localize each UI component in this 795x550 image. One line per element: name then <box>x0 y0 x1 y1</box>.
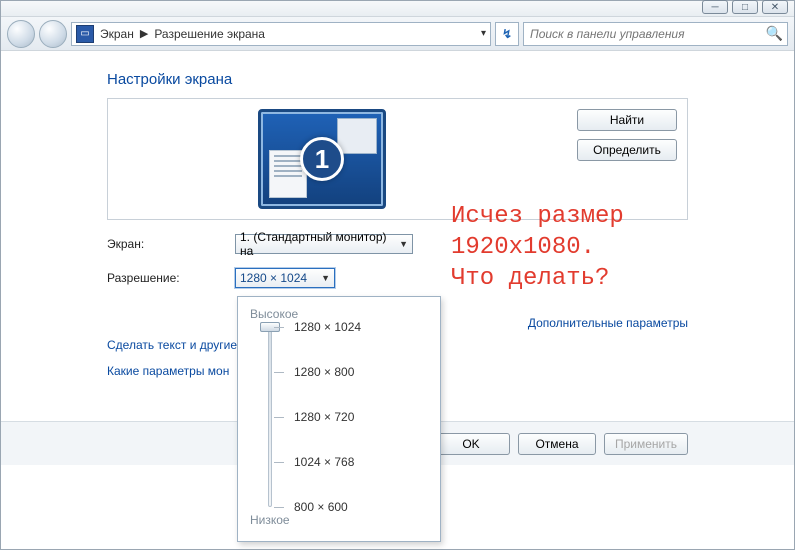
address-bar[interactable]: ▭ Экран ▶ Разрешение экрана ▾ <box>71 22 491 46</box>
slider-tick <box>274 372 284 373</box>
close-button[interactable]: ✕ <box>762 0 788 14</box>
monitor-number-badge: 1 <box>300 137 344 181</box>
maximize-glyph: □ <box>742 2 748 13</box>
maximize-button[interactable]: □ <box>732 0 758 14</box>
preview-buttons: Найти Определить <box>577 109 677 161</box>
monitor-thumbnail[interactable]: 1 <box>258 109 386 209</box>
resolution-option[interactable]: 1280 × 800 <box>294 365 354 379</box>
minimize-button[interactable]: ─ <box>702 0 728 14</box>
cancel-button[interactable]: Отмена <box>518 433 596 455</box>
crumb-resolution[interactable]: Разрешение экрана <box>154 27 265 41</box>
resolution-option[interactable]: 800 × 600 <box>294 500 348 514</box>
slider-tick <box>274 507 284 508</box>
mini-window-icon <box>337 118 377 154</box>
crumb-display[interactable]: Экран <box>100 27 134 41</box>
close-glyph: ✕ <box>771 2 779 13</box>
resolution-label: Разрешение: <box>107 271 227 285</box>
slider-rail[interactable] <box>268 327 272 507</box>
resolution-select-value: 1280 × 1024 <box>240 271 307 285</box>
search-icon[interactable]: 🔍 <box>766 25 783 42</box>
resolution-slider-track: 1280 × 10241280 × 8001280 × 7201024 × 76… <box>250 327 428 507</box>
display-select-value: 1. (Стандартный монитор) на <box>240 230 399 258</box>
refresh-icon: ↯ <box>502 27 512 41</box>
apply-button[interactable]: Применить <box>604 433 688 455</box>
chevron-down-icon: ▼ <box>321 273 330 283</box>
slider-tick <box>274 462 284 463</box>
slider-tick <box>274 327 284 328</box>
content-area: Настройки экрана 1 Найти Определить Экра… <box>1 51 794 549</box>
nav-back-button[interactable] <box>7 20 35 48</box>
chevron-down-icon: ▼ <box>399 239 408 249</box>
search-input[interactable] <box>528 26 766 42</box>
popup-low-label: Низкое <box>250 513 428 527</box>
display-select[interactable]: 1. (Стандартный монитор) на ▼ <box>235 234 413 254</box>
resolution-select[interactable]: 1280 × 1024 ▼ <box>235 268 335 288</box>
find-button[interactable]: Найти <box>577 109 677 131</box>
resolution-option[interactable]: 1024 × 768 <box>294 455 354 469</box>
resolution-option[interactable]: 1280 × 720 <box>294 410 354 424</box>
titlebar: ─ □ ✕ <box>1 1 794 17</box>
advanced-settings-link[interactable]: Дополнительные параметры <box>528 316 688 330</box>
page-title: Настройки экрана <box>107 71 688 88</box>
popup-high-label: Высокое <box>250 307 428 321</box>
display-icon: ▭ <box>76 25 94 43</box>
user-annotation: Исчез размер 1920х1080. Что делать? <box>451 201 624 295</box>
search-box[interactable]: 🔍 <box>523 22 788 46</box>
minimize-glyph: ─ <box>711 2 718 13</box>
resolution-popup: Высокое 1280 × 1024 1280 × 800 1280 × 720 1… <box>237 296 441 542</box>
nav-forward-button[interactable] <box>39 20 67 48</box>
slider-tick <box>274 417 284 418</box>
refresh-button[interactable]: ↯ <box>495 22 519 46</box>
address-dropdown-icon[interactable]: ▾ <box>481 28 486 39</box>
window-frame: ─ □ ✕ ▭ Экран ▶ Разрешение экрана ▾ ↯ 🔍 … <box>0 0 795 550</box>
identify-button[interactable]: Определить <box>577 139 677 161</box>
toolbar: ▭ Экран ▶ Разрешение экрана ▾ ↯ 🔍 <box>1 17 794 51</box>
window-controls: ─ □ ✕ <box>702 0 788 14</box>
ok-button[interactable]: OK <box>432 433 510 455</box>
resolution-option[interactable]: 1280 × 1024 <box>294 320 361 334</box>
crumb-separator: ▶ <box>140 27 148 40</box>
display-label: Экран: <box>107 237 227 251</box>
